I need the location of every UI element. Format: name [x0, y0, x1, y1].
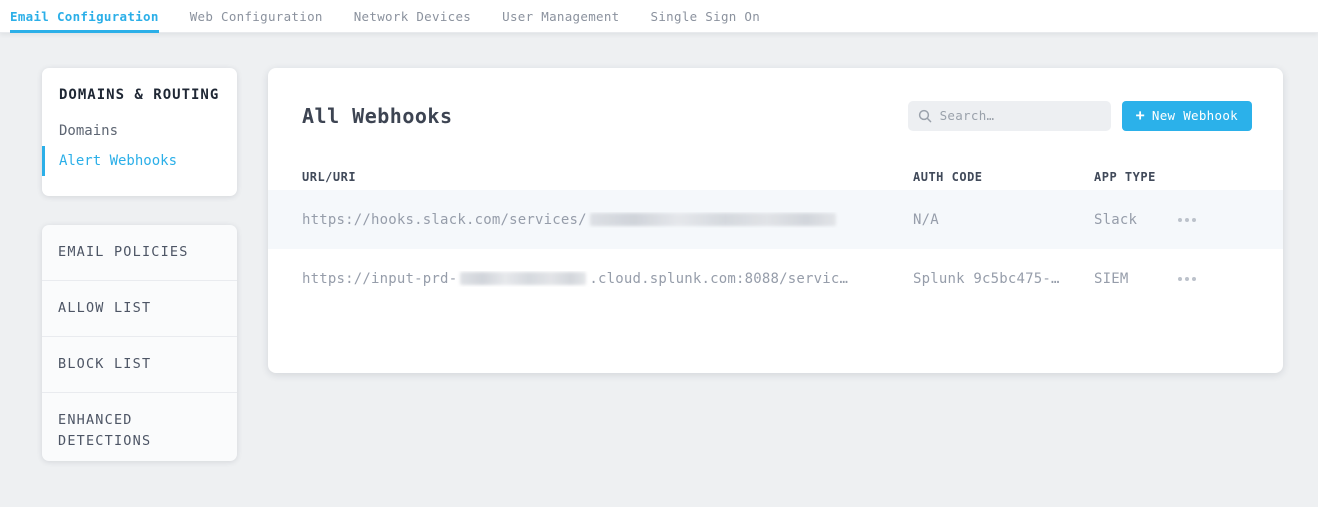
sidebar-item-enhanced-detections[interactable]: ENHANCED DETECTIONS: [42, 392, 237, 461]
column-header-auth-code: AUTH CODE: [913, 170, 1094, 184]
app-type-cell: Slack: [1094, 212, 1174, 228]
new-webhook-button[interactable]: + New Webhook: [1122, 101, 1252, 131]
table-row: https://input-prd- .cloud.splunk.com:8088…: [268, 249, 1283, 308]
table-row: https://hooks.slack.com/services/ N/A Sl…: [268, 190, 1283, 249]
tab-user-management[interactable]: User Management: [502, 0, 619, 32]
auth-code-cell: N/A: [913, 212, 1094, 228]
top-tab-bar: Email Configuration Web Configuration Ne…: [0, 0, 1318, 33]
panel-header: All Webhooks + New Webhook: [268, 68, 1283, 163]
search-box: [908, 101, 1111, 131]
app-type-cell: SIEM: [1094, 271, 1174, 287]
webhook-url-prefix: https://hooks.slack.com/services/: [302, 212, 587, 228]
column-header-app-type: APP TYPE: [1094, 170, 1174, 184]
tab-single-sign-on[interactable]: Single Sign On: [651, 0, 761, 32]
tab-network-devices[interactable]: Network Devices: [354, 0, 471, 32]
routing-nav-list: Domains Alert Webhooks: [42, 116, 237, 176]
column-header-url: URL/URI: [268, 170, 913, 184]
routing-card-title: DOMAINS & ROUTING: [42, 87, 237, 103]
webhook-url-cell: https://hooks.slack.com/services/: [268, 212, 913, 228]
redacted-url-segment: [460, 272, 586, 285]
sidebar-item-alert-webhooks[interactable]: Alert Webhooks: [42, 146, 237, 176]
webhook-url-prefix: https://input-prd-: [302, 271, 457, 287]
sidebar-routing-card: DOMAINS & ROUTING Domains Alert Webhooks: [42, 68, 237, 196]
auth-code-cell: Splunk 9c5bc475-…: [913, 271, 1094, 287]
search-icon: [918, 109, 932, 123]
header-actions: + New Webhook: [908, 101, 1252, 131]
sidebar-item-block-list[interactable]: BLOCK LIST: [42, 336, 237, 392]
sidebar-item-email-policies[interactable]: EMAIL POLICIES: [42, 225, 237, 280]
webhook-url-suffix: .cloud.splunk.com:8088/servic…: [589, 271, 848, 287]
search-input[interactable]: [940, 108, 1101, 123]
row-ellipsis-menu-icon[interactable]: [1174, 271, 1200, 287]
tab-email-configuration[interactable]: Email Configuration: [10, 0, 159, 32]
webhooks-panel: All Webhooks + New Webhook URL/URI AUTH …: [268, 68, 1283, 373]
table-header-row: URL/URI AUTH CODE APP TYPE: [268, 163, 1283, 190]
page-title: All Webhooks: [302, 104, 453, 128]
new-webhook-button-label: New Webhook: [1152, 108, 1238, 123]
plus-icon: +: [1136, 108, 1145, 123]
tab-web-configuration[interactable]: Web Configuration: [190, 0, 323, 32]
redacted-url-segment: [590, 213, 836, 226]
sidebar-item-allow-list[interactable]: ALLOW LIST: [42, 280, 237, 336]
row-ellipsis-menu-icon[interactable]: [1174, 212, 1200, 228]
sidebar-sections-card: EMAIL POLICIES ALLOW LIST BLOCK LIST ENH…: [42, 225, 237, 461]
sidebar-item-domains[interactable]: Domains: [42, 116, 237, 146]
webhook-url-cell: https://input-prd- .cloud.splunk.com:8088…: [268, 271, 913, 287]
